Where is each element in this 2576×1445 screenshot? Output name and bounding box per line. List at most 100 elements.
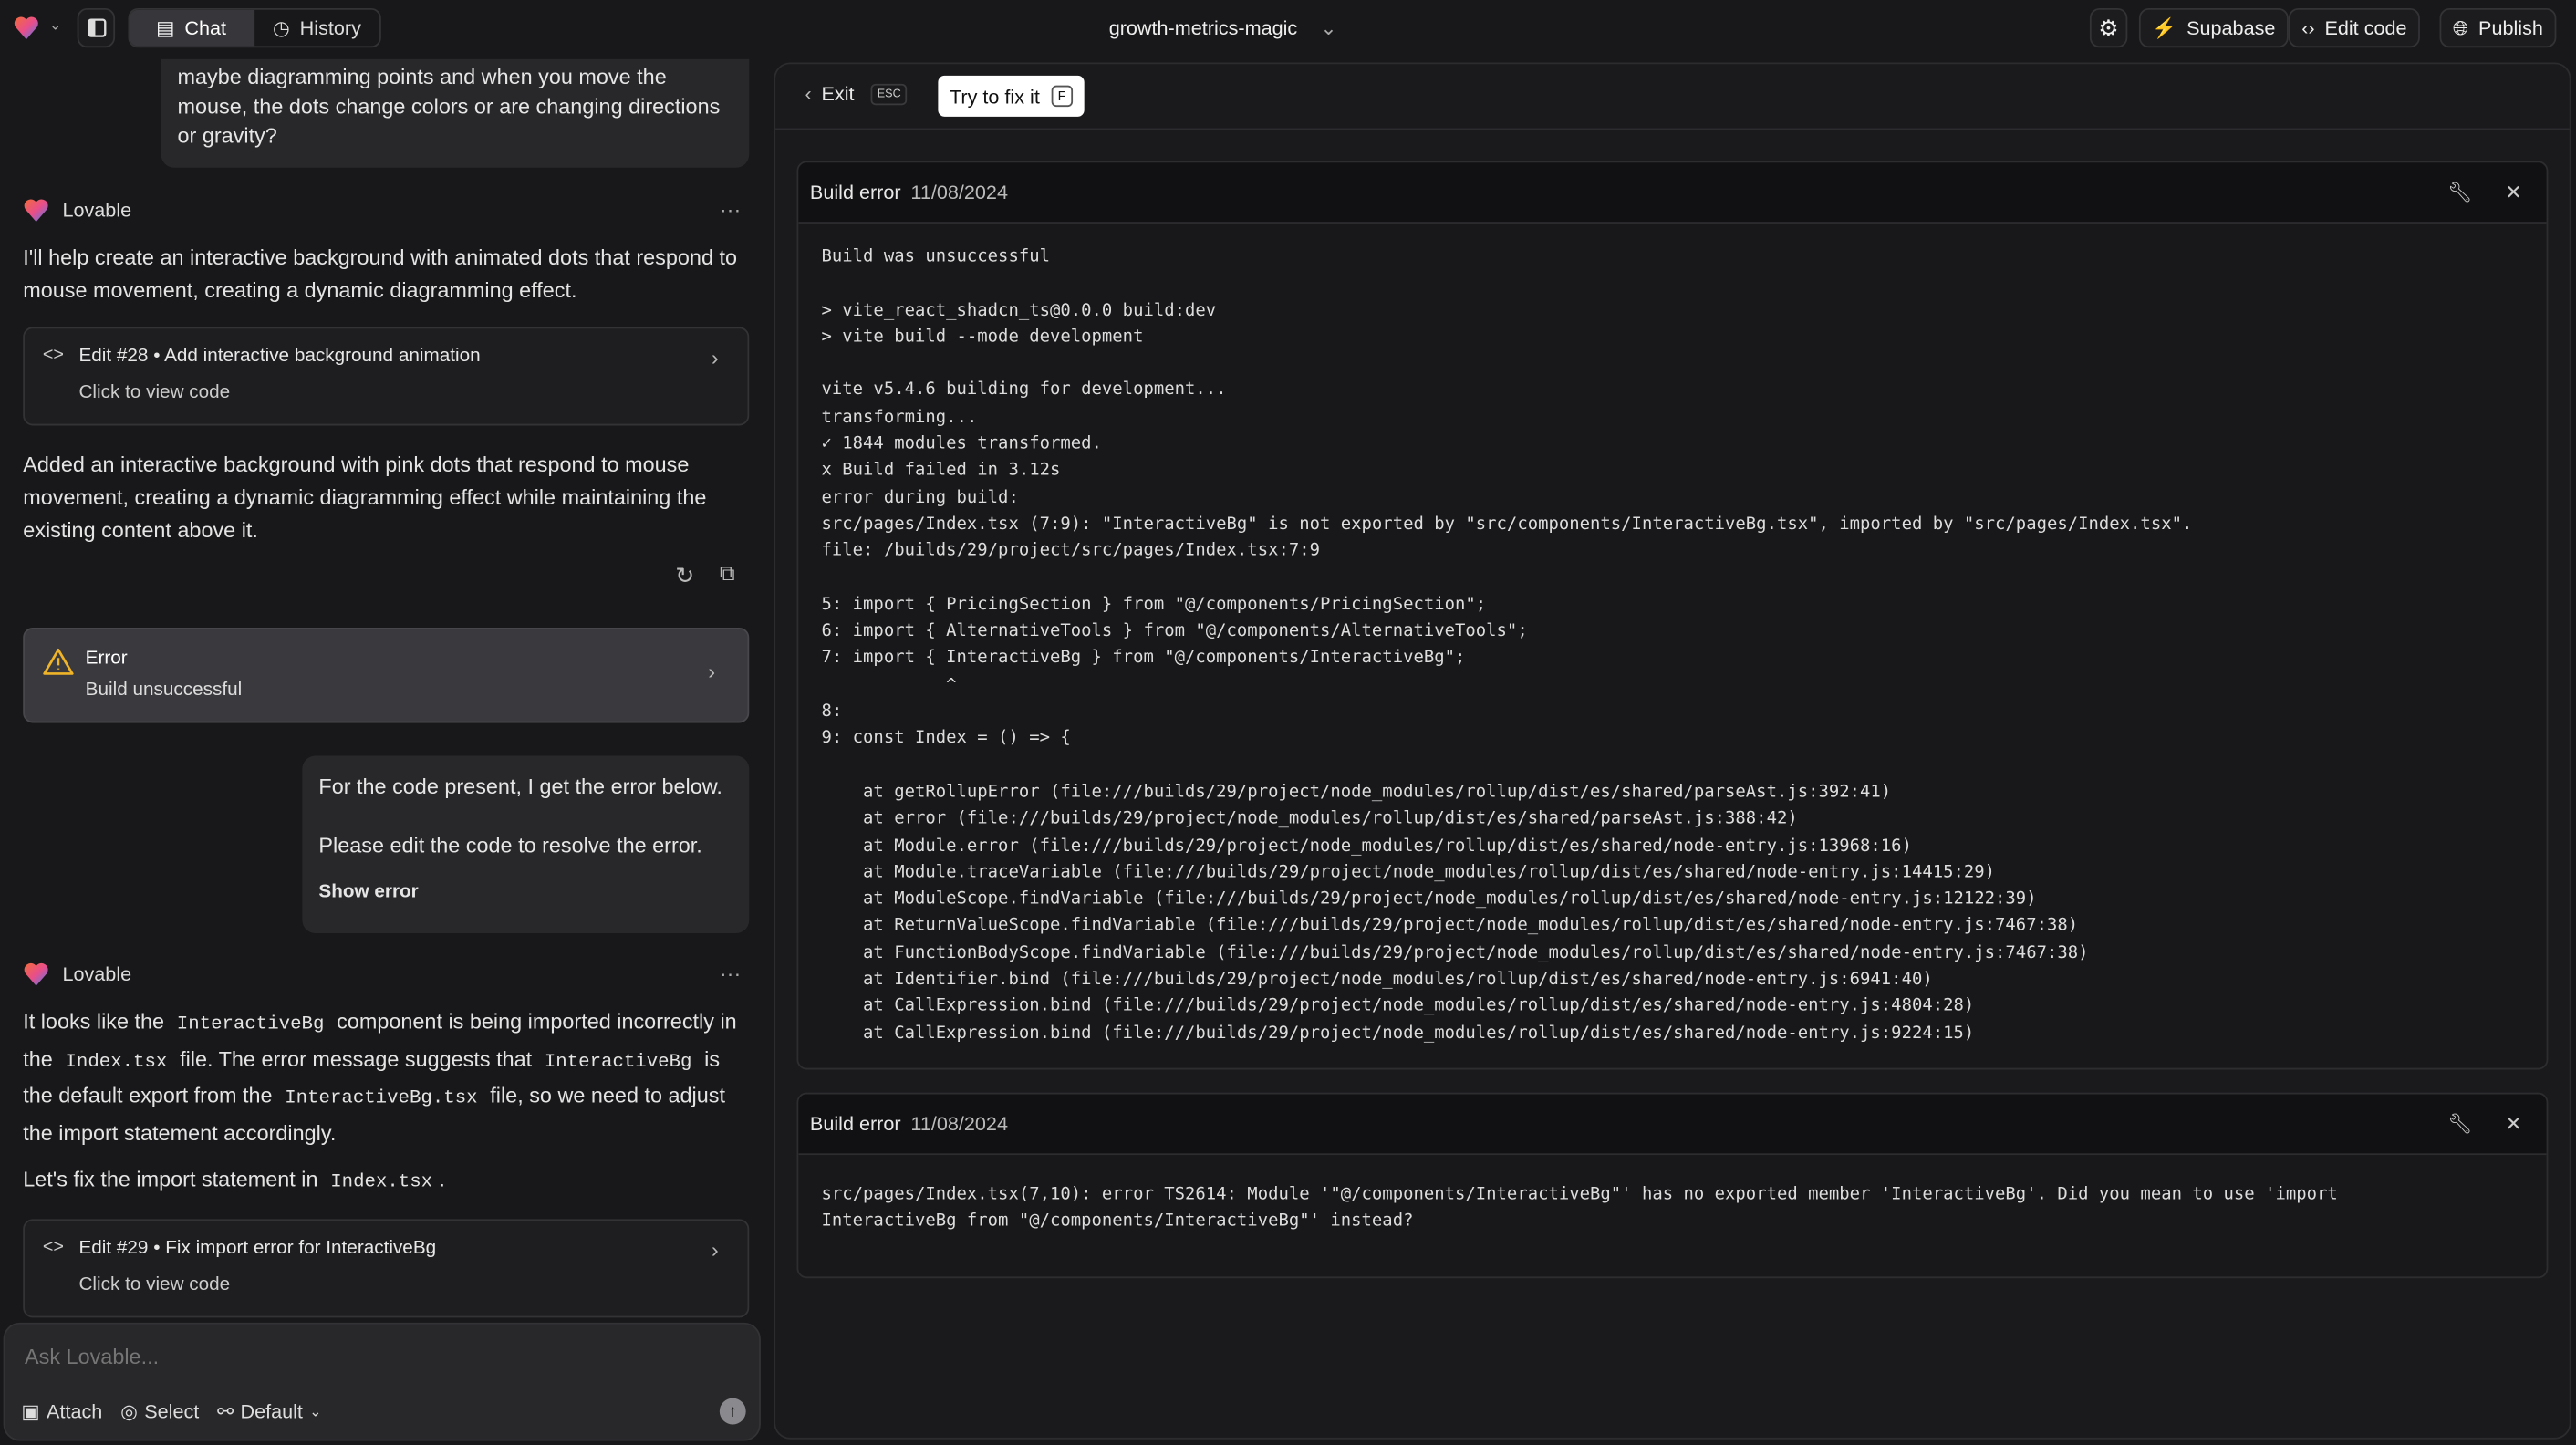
wrench-icon[interactable]: 🔧︎ [2447, 181, 2472, 203]
lovable-logo[interactable] [13, 15, 39, 46]
chat-input-box: ▣Attach ◎Select ⚯Default⌄ ↑ [3, 1322, 761, 1441]
inline-code: Index.tsx [65, 1050, 168, 1073]
log-line: 7: import { InteractiveBg } from "@/comp… [821, 648, 1466, 669]
log-line: at Identifier.bind (file:///builds/29/pr… [821, 969, 1933, 990]
tab-history[interactable]: ◷ History [254, 10, 379, 47]
sidebar-icon [87, 18, 106, 37]
chevron-right-icon: › [711, 1237, 719, 1263]
text-segment: Let's fix the import statement in [23, 1166, 325, 1191]
toggle-sidebar-button[interactable] [77, 8, 116, 48]
lovable-avatar [24, 962, 48, 986]
log-line: 8: [821, 702, 853, 722]
globe-icon: 🌐︎ [2452, 16, 2469, 39]
arrow-up-icon: ↑ [728, 1402, 737, 1420]
chat-panel: maybe diagramming points and when you mo… [0, 58, 765, 1321]
error-preview-panel: ‹ Exit ESC Try to fix it F Build error 11… [774, 62, 2571, 1440]
log-line: file: /builds/29/project/src/pages/Index… [821, 541, 1321, 561]
chat-input[interactable] [25, 1344, 715, 1369]
wrench-icon[interactable]: 🔧︎ [2447, 1112, 2472, 1135]
assistant-message-text: Added an interactive background with pin… [23, 452, 707, 543]
log-line: at ModuleScope.findVariable (file:///bui… [821, 889, 2037, 910]
text-segment: file. The error message suggests that [173, 1045, 538, 1071]
error-card[interactable]: Error Build unsuccessful › [23, 627, 750, 723]
inline-code: InteractiveBg [544, 1050, 692, 1073]
supabase-button[interactable]: ⚡ Supabase [2138, 8, 2289, 48]
image-icon: ▣ [21, 1399, 40, 1423]
log-line: InteractiveBg from "@/components/Interac… [821, 1211, 1414, 1232]
chevron-down-icon[interactable]: ⌄ [49, 16, 62, 35]
mode-dropdown[interactable]: ⚯ Default ⌄ [217, 1399, 322, 1422]
assistant-message-text: It looks like the InteractiveBg componen… [23, 1005, 749, 1149]
log-line: at CallExpression.bind (file:///builds/2… [821, 1023, 1975, 1043]
attach-button[interactable]: ▣ Attach [21, 1399, 102, 1422]
log-line: at ReturnValueScope.findVariable (file:/… [821, 915, 2079, 936]
target-icon: ◎ [120, 1399, 139, 1423]
try-to-fix-button[interactable]: Try to fix it F [938, 75, 1085, 117]
sliders-icon: ⚯ [217, 1399, 234, 1423]
log-line: transforming... [821, 407, 978, 427]
open-external-icon[interactable]: ⧉ [720, 560, 735, 587]
chevron-left-icon: ‹ [805, 82, 812, 106]
log-line: at Module.error (file:///builds/29/proje… [821, 835, 1912, 856]
gear-icon: ⚙ [2098, 14, 2119, 41]
assistant-message-text: I'll help create an interactive backgrou… [23, 244, 738, 303]
more-options-icon[interactable]: ··· [720, 962, 741, 986]
select-button[interactable]: ◎ Select [120, 1399, 199, 1422]
code-icon: <> [42, 1237, 64, 1257]
send-button[interactable]: ↑ [719, 1398, 746, 1425]
chevron-down-icon: ⌄ [1320, 16, 1337, 40]
log-line: error during build: [821, 487, 1019, 507]
project-title-dropdown[interactable]: growth-metrics-magic ⌄ [1109, 16, 1337, 39]
chevron-right-icon: › [708, 659, 716, 684]
build-error-header: Build error 11/08/2024 🔧︎ ✕ [798, 1094, 2547, 1156]
more-options-icon[interactable]: ··· [720, 197, 741, 222]
chat-icon: ▤ [156, 16, 175, 40]
code-icon: ‹› [2301, 16, 2315, 40]
log-line: > vite build --mode development [821, 327, 1144, 347]
tab-chat[interactable]: ▤ Chat [130, 9, 255, 47]
log-line: at getRollupError (file:///builds/29/pro… [821, 782, 1892, 802]
history-icon: ◷ [272, 16, 290, 40]
settings-button[interactable]: ⚙ [2089, 8, 2128, 48]
user-message: maybe diagramming points and when you mo… [161, 58, 750, 168]
edit-code-button[interactable]: ‹› Edit code [2288, 8, 2420, 48]
chevron-down-icon: ⌄ [309, 1402, 322, 1419]
build-log: Build was unsuccessful > vite_react_shadc… [798, 224, 2546, 1066]
supabase-icon: ⚡ [2152, 16, 2177, 40]
log-line: at CallExpression.bind (file:///builds/2… [821, 995, 1975, 1016]
undo-icon[interactable]: ↻ [675, 562, 694, 590]
inline-code: Index.tsx [330, 1171, 433, 1193]
close-icon[interactable]: ✕ [2505, 1112, 2521, 1135]
text-segment: . [439, 1166, 445, 1191]
build-error-header: Build error 11/08/2024 🔧︎ ✕ [798, 162, 2547, 224]
lovable-avatar [24, 199, 48, 223]
assistant-message-text: Let's fix the import statement in Index.… [23, 1163, 749, 1200]
edit-card[interactable]: <> Edit #29 • Fix import error for Inter… [23, 1219, 750, 1318]
assistant-header: Lovable [23, 962, 131, 988]
close-icon[interactable]: ✕ [2505, 181, 2521, 203]
exit-button[interactable]: ‹ Exit ESC [805, 82, 908, 106]
log-line: src/pages/Index.tsx (7:9): "InteractiveB… [821, 514, 2193, 535]
edit-card[interactable]: <> Edit #28 • Add interactive background… [23, 327, 750, 426]
show-error-link[interactable]: Show error [318, 878, 732, 907]
log-line: x Build failed in 3.12s [821, 460, 1061, 481]
chat-history-tabs: ▤ Chat ◷ History [128, 8, 381, 48]
publish-button[interactable]: 🌐︎ Publish [2439, 8, 2557, 48]
log-line: ✓ 1844 modules transformed. [821, 433, 1102, 454]
log-line: 9: const Index = () => { [821, 728, 1071, 749]
log-line: src/pages/Index.tsx(7,10): error TS2614:… [821, 1184, 2338, 1205]
project-title: growth-metrics-magic [1108, 16, 1298, 40]
inline-code: InteractiveBg.tsx [285, 1087, 478, 1109]
build-error-card: Build error 11/08/2024 🔧︎ ✕ src/pages/Index.… [796, 1092, 2549, 1279]
log-line: ^ [821, 674, 957, 695]
user-message: For the code present, I get the error be… [302, 755, 750, 933]
inline-code: InteractiveBg [176, 1014, 325, 1035]
build-error-card: Build error 11/08/2024 🔧︎ ✕ Build was unsucc… [796, 161, 2549, 1070]
log-line: 5: import { PricingSection } from "@/com… [821, 594, 1487, 615]
warning-icon [43, 648, 74, 675]
code-icon: <> [42, 345, 64, 365]
app-root: ⌄ ▤ Chat ◷ History growth-metrics-magic ⌄ … [0, 0, 2576, 1445]
